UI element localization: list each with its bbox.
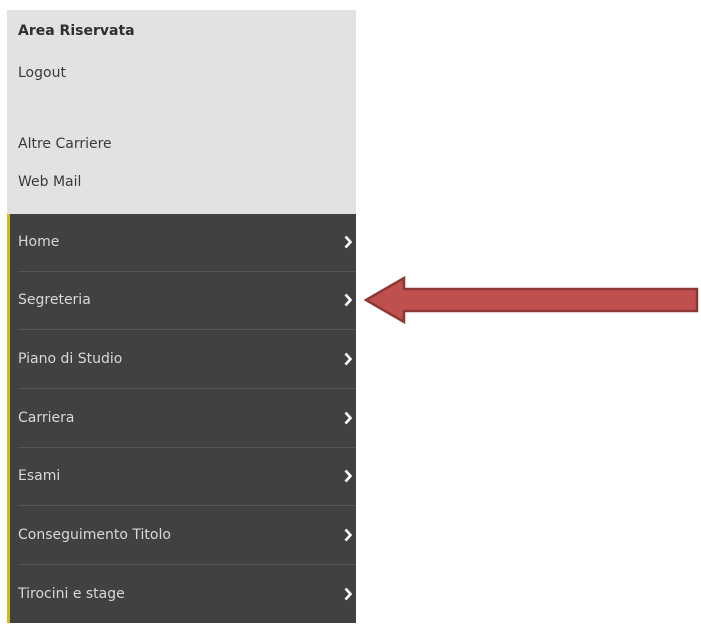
menu-item-esami[interactable]: Esami xyxy=(10,448,356,506)
menu-item-label: Conseguimento Titolo xyxy=(18,527,171,543)
chevron-right-icon xyxy=(344,235,352,249)
menu-item-tirocini-e-stage[interactable]: Tirocini e stage xyxy=(10,566,356,624)
chevron-right-icon xyxy=(344,293,352,307)
chevron-right-icon xyxy=(344,528,352,542)
menu-item-carriera[interactable]: Carriera xyxy=(10,390,356,448)
chevron-right-icon xyxy=(344,352,352,366)
chevron-right-icon xyxy=(344,469,352,483)
menu-item-label: Tirocini e stage xyxy=(18,586,125,602)
menu-divider xyxy=(18,388,356,389)
menu-divider xyxy=(18,505,356,506)
chevron-right-icon xyxy=(344,587,352,601)
web-mail-link[interactable]: Web Mail xyxy=(18,174,81,190)
sidebar: Area Riservata Logout Altre Carriere Web… xyxy=(7,10,356,623)
left-pointing-arrow-icon xyxy=(364,276,699,324)
menu-divider xyxy=(18,329,356,330)
main-menu: Home Segreteria Piano di Studio Carriera… xyxy=(7,214,356,623)
chevron-right-icon xyxy=(344,411,352,425)
menu-item-label: Piano di Studio xyxy=(18,351,123,367)
menu-item-piano-di-studio[interactable]: Piano di Studio xyxy=(10,331,356,389)
menu-item-home[interactable]: Home xyxy=(10,214,356,272)
menu-item-segreteria[interactable]: Segreteria xyxy=(10,272,356,330)
menu-item-label: Segreteria xyxy=(18,292,91,308)
reserved-area-panel: Area Riservata Logout Altre Carriere Web… xyxy=(7,10,356,214)
menu-divider xyxy=(18,564,356,565)
reserved-area-title: Area Riservata xyxy=(18,23,135,39)
other-careers-link[interactable]: Altre Carriere xyxy=(18,136,112,152)
menu-item-label: Home xyxy=(18,234,60,250)
menu-item-label: Esami xyxy=(18,468,61,484)
menu-item-label: Carriera xyxy=(18,410,75,426)
menu-item-conseguimento-titolo[interactable]: Conseguimento Titolo xyxy=(10,507,356,565)
logout-link[interactable]: Logout xyxy=(18,65,66,81)
